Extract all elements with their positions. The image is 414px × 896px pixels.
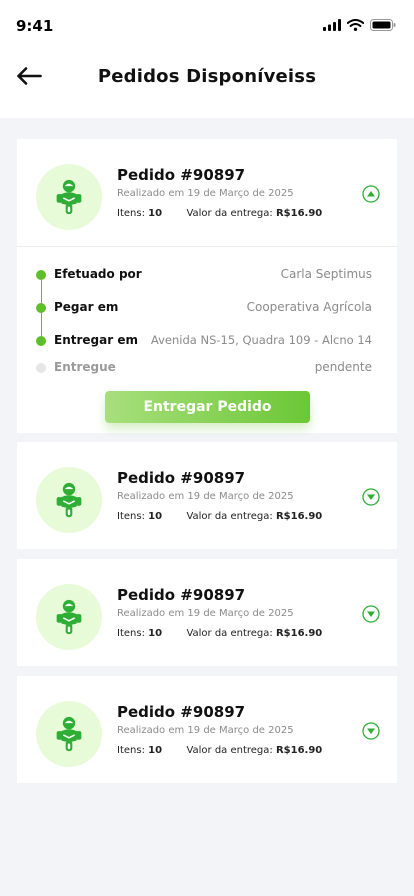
page-title: Pedidos Disponíveiss bbox=[97, 66, 317, 87]
timeline-step: Entregar em Avenida NS-15, Quadra 109 - … bbox=[17, 331, 397, 351]
delivery-value-label: Valor da entrega: bbox=[186, 208, 273, 219]
items-label: Itens: bbox=[117, 511, 145, 522]
items-value: 10 bbox=[148, 511, 163, 522]
timeline-dot bbox=[36, 363, 46, 373]
order-date: Realizado em 19 de Março de 2025 bbox=[117, 491, 294, 502]
app-header: 9:41 Pedidos Disponíveiss bbox=[0, 0, 414, 118]
order-title: Pedido #90897 bbox=[117, 166, 246, 184]
timeline-value: pendente bbox=[314, 360, 372, 374]
deliver-order-button[interactable]: Entregar Pedido bbox=[105, 391, 310, 423]
wifi-icon bbox=[347, 19, 364, 31]
signal-icon bbox=[323, 19, 341, 31]
order-card-header[interactable]: Pedido #90897 Realizado em 19 de Março d… bbox=[17, 676, 397, 783]
order-meta: Itens: 10 Valor da entrega: R$16.90 bbox=[117, 745, 322, 756]
chevron-down-icon bbox=[362, 488, 380, 506]
items-value: 10 bbox=[148, 208, 163, 219]
order-card: Pedido #90897 Realizado em 19 de Março d… bbox=[17, 139, 397, 433]
items-label: Itens: bbox=[117, 628, 145, 639]
order-card[interactable]: Pedido #90897 Realizado em 19 de Março d… bbox=[17, 442, 397, 549]
expand-button[interactable] bbox=[362, 488, 380, 506]
delivery-rider-icon bbox=[50, 178, 88, 216]
avatar bbox=[36, 701, 102, 767]
timeline-label: Entregar em bbox=[54, 333, 138, 347]
order-date: Realizado em 19 de Março de 2025 bbox=[117, 608, 294, 619]
timeline-step: Entregue pendente bbox=[17, 358, 397, 378]
collapse-button[interactable] bbox=[362, 185, 380, 203]
timeline-step: Efetuado por Carla Septimus bbox=[17, 265, 397, 285]
delivery-value: R$16.90 bbox=[275, 511, 323, 522]
avatar bbox=[36, 164, 102, 230]
items-value: 10 bbox=[148, 628, 163, 639]
order-meta: Itens: 10 Valor da entrega: R$16.90 bbox=[117, 511, 322, 522]
order-meta: Itens: 10 Valor da entrega: R$16.90 bbox=[117, 208, 322, 219]
order-card[interactable]: Pedido #90897 Realizado em 19 de Março d… bbox=[17, 559, 397, 666]
timeline-value: Avenida NS-15, Quadra 109 - Alcno 14 bbox=[150, 333, 372, 347]
timeline-label: Entregue bbox=[54, 360, 116, 374]
expand-button[interactable] bbox=[362, 722, 380, 740]
chevron-down-icon bbox=[362, 605, 380, 623]
card-divider bbox=[17, 246, 397, 247]
delivery-value: R$16.90 bbox=[275, 628, 323, 639]
timeline-label: Pegar em bbox=[54, 300, 119, 314]
order-card-header[interactable]: Pedido #90897 Realizado em 19 de Março d… bbox=[17, 559, 397, 666]
order-title: Pedido #90897 bbox=[117, 469, 246, 487]
status-time: 9:41 bbox=[16, 17, 54, 35]
delivery-value-label: Valor da entrega: bbox=[186, 628, 273, 639]
timeline-dot bbox=[36, 270, 46, 280]
delivery-rider-icon bbox=[50, 598, 88, 636]
delivery-value-label: Valor da entrega: bbox=[186, 511, 273, 522]
order-card-header[interactable]: Pedido #90897 Realizado em 19 de Março d… bbox=[17, 442, 397, 549]
timeline-dot bbox=[36, 336, 46, 346]
chevron-up-icon bbox=[362, 185, 380, 203]
timeline-value: Cooperativa Agrícola bbox=[246, 300, 372, 314]
order-card[interactable]: Pedido #90897 Realizado em 19 de Março d… bbox=[17, 676, 397, 783]
order-date: Realizado em 19 de Março de 2025 bbox=[117, 188, 294, 199]
order-title: Pedido #90897 bbox=[117, 703, 246, 721]
chevron-down-icon bbox=[362, 722, 380, 740]
timeline-value: Carla Septimus bbox=[280, 267, 372, 281]
delivery-value: R$16.90 bbox=[275, 745, 323, 756]
timeline-dot bbox=[36, 303, 46, 313]
delivery-value-label: Valor da entrega: bbox=[186, 745, 273, 756]
items-label: Itens: bbox=[117, 745, 145, 756]
timeline-label: Efetuado por bbox=[54, 267, 142, 281]
order-card-header[interactable]: Pedido #90897 Realizado em 19 de Março d… bbox=[17, 139, 397, 246]
avatar bbox=[36, 584, 102, 650]
items-value: 10 bbox=[148, 745, 163, 756]
order-meta: Itens: 10 Valor da entrega: R$16.90 bbox=[117, 628, 322, 639]
delivery-rider-icon bbox=[50, 715, 88, 753]
battery-icon bbox=[370, 19, 396, 31]
status-icons bbox=[323, 19, 396, 31]
avatar bbox=[36, 467, 102, 533]
delivery-value: R$16.90 bbox=[275, 208, 323, 219]
delivery-rider-icon bbox=[50, 481, 88, 519]
order-date: Realizado em 19 de Março de 2025 bbox=[117, 725, 294, 736]
expand-button[interactable] bbox=[362, 605, 380, 623]
timeline-step: Pegar em Cooperativa Agrícola bbox=[17, 298, 397, 318]
items-label: Itens: bbox=[117, 208, 145, 219]
order-title: Pedido #90897 bbox=[117, 586, 246, 604]
